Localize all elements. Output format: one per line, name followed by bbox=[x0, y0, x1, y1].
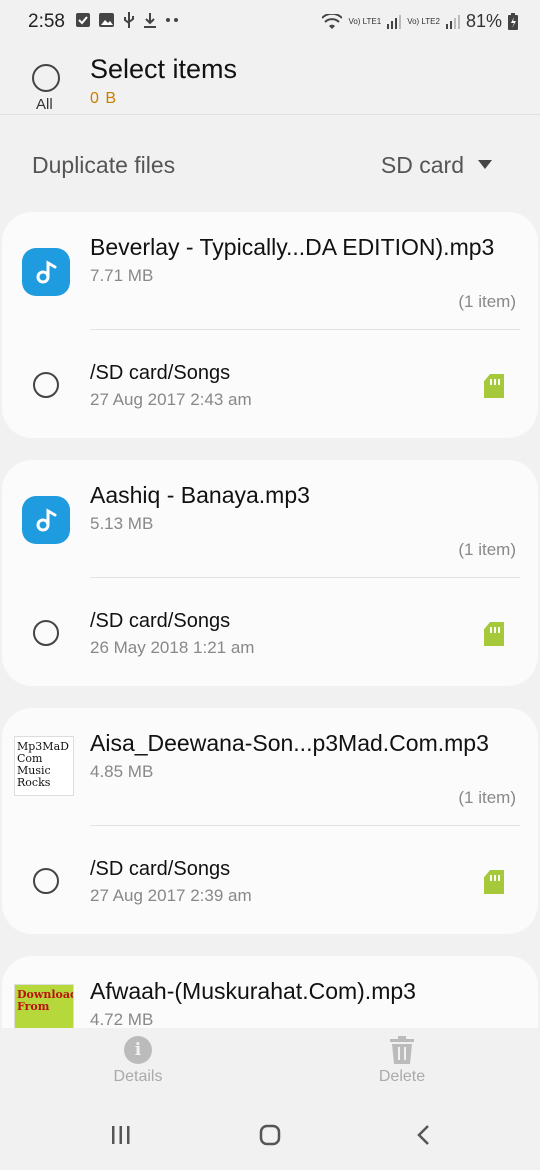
signal-icon bbox=[387, 14, 402, 29]
file-checkbox[interactable] bbox=[33, 868, 59, 894]
wifi-icon bbox=[322, 13, 343, 29]
file-card: Downloaded From Afwaah-(Muskurahat.Com).… bbox=[2, 956, 538, 1028]
details-button[interactable]: i Details bbox=[78, 1036, 198, 1086]
file-size: 5.13 MB bbox=[90, 514, 154, 533]
file-name: Beverlay - Typically...DA EDITION).mp3 bbox=[90, 234, 495, 260]
back-icon[interactable] bbox=[413, 1124, 435, 1146]
file-card: Aashiq - Banaya.mp3 5.13 MB (1 item) /SD… bbox=[2, 460, 538, 686]
storage-dropdown-label: SD card bbox=[380, 152, 464, 178]
signal-icon bbox=[445, 14, 460, 29]
image-icon bbox=[99, 13, 114, 27]
home-icon[interactable] bbox=[259, 1124, 281, 1146]
trash-icon bbox=[390, 1036, 414, 1064]
file-card: Mp3MaD Com Music Rocks Aisa_Deewana-Son.… bbox=[2, 708, 538, 934]
bottom-action-bar: i Details Delete bbox=[0, 1036, 540, 1096]
lte2-indicator: Vo) LTE2 bbox=[407, 17, 440, 26]
file-name: Aisa_Deewana-Son...p3Mad.Com.mp3 bbox=[90, 730, 489, 756]
file-checkbox[interactable] bbox=[33, 620, 59, 646]
status-time: 2:58 bbox=[28, 11, 65, 32]
selected-size: 0 B bbox=[90, 90, 118, 107]
file-date: 27 Aug 2017 2:39 am bbox=[90, 886, 252, 905]
filter-bar: Duplicate files SD card bbox=[0, 140, 540, 190]
file-size: 4.85 MB bbox=[90, 762, 154, 781]
sd-card-icon bbox=[484, 870, 504, 894]
file-checkbox[interactable] bbox=[33, 372, 59, 398]
file-date: 27 Aug 2017 2:43 am bbox=[90, 390, 252, 409]
thumbnail-text: Downloaded From bbox=[17, 988, 73, 1013]
file-size: 4.72 MB bbox=[90, 1010, 154, 1028]
file-path: /SD card/Songs bbox=[90, 858, 231, 880]
duplicate-files-list: Beverlay - Typically...DA EDITION).mp3 7… bbox=[0, 210, 540, 1028]
usb-icon bbox=[124, 12, 134, 28]
duplicate-count: (1 item) bbox=[458, 788, 516, 807]
duplicate-count: (1 item) bbox=[458, 540, 516, 559]
delete-label: Delete bbox=[378, 1068, 426, 1085]
file-path: /SD card/Songs bbox=[90, 362, 231, 384]
music-note-icon bbox=[22, 248, 70, 296]
select-all-label: All bbox=[36, 96, 53, 113]
duplicate-count: (1 item) bbox=[458, 292, 516, 311]
file-name: Aashiq - Banaya.mp3 bbox=[90, 482, 310, 508]
lte1-indicator: Vo) LTE1 bbox=[348, 17, 382, 26]
file-date: 26 May 2018 1:21 am bbox=[90, 638, 255, 657]
sd-card-icon bbox=[484, 622, 504, 646]
check-box-icon bbox=[76, 13, 90, 27]
info-icon: i bbox=[124, 1036, 152, 1064]
category-title: Duplicate files bbox=[32, 152, 176, 178]
file-path: /SD card/Songs bbox=[90, 610, 231, 632]
album-art-thumbnail: Mp3MaD Com Music Rocks bbox=[14, 736, 74, 796]
thumbnail-text: Mp3MaD Com Music Rocks bbox=[17, 740, 69, 789]
delete-button[interactable]: Delete bbox=[342, 1036, 462, 1086]
system-nav-bar bbox=[0, 1110, 540, 1170]
file-name: Afwaah-(Muskurahat.Com).mp3 bbox=[90, 978, 416, 1004]
recent-apps-icon[interactable] bbox=[110, 1124, 132, 1146]
page-title: Select items bbox=[90, 54, 238, 84]
card-divider bbox=[90, 329, 520, 330]
battery-percent: 81% bbox=[465, 11, 502, 31]
status-right-icons: Vo) LTE1 Vo) LTE2 81% bbox=[322, 11, 518, 32]
file-size: 7.71 MB bbox=[90, 266, 154, 285]
download-icon bbox=[144, 12, 156, 28]
details-label: Details bbox=[113, 1068, 163, 1085]
battery-icon bbox=[508, 13, 518, 30]
album-art-thumbnail: Downloaded From bbox=[14, 984, 74, 1028]
select-all-checkbox[interactable] bbox=[32, 64, 60, 92]
dropdown-arrow-icon bbox=[478, 160, 492, 169]
more-dots-icon bbox=[166, 18, 178, 22]
card-divider bbox=[90, 577, 520, 578]
file-card: Beverlay - Typically...DA EDITION).mp3 7… bbox=[2, 212, 538, 438]
header-divider bbox=[0, 114, 540, 115]
status-bar: 2:58 Vo) LTE1 Vo) LTE2 81% bbox=[0, 0, 540, 44]
sd-card-icon bbox=[484, 374, 504, 398]
selection-header: All Select items 0 B bbox=[0, 44, 540, 114]
card-divider bbox=[90, 825, 520, 826]
music-note-icon bbox=[22, 496, 70, 544]
status-notification-icons bbox=[76, 12, 179, 28]
